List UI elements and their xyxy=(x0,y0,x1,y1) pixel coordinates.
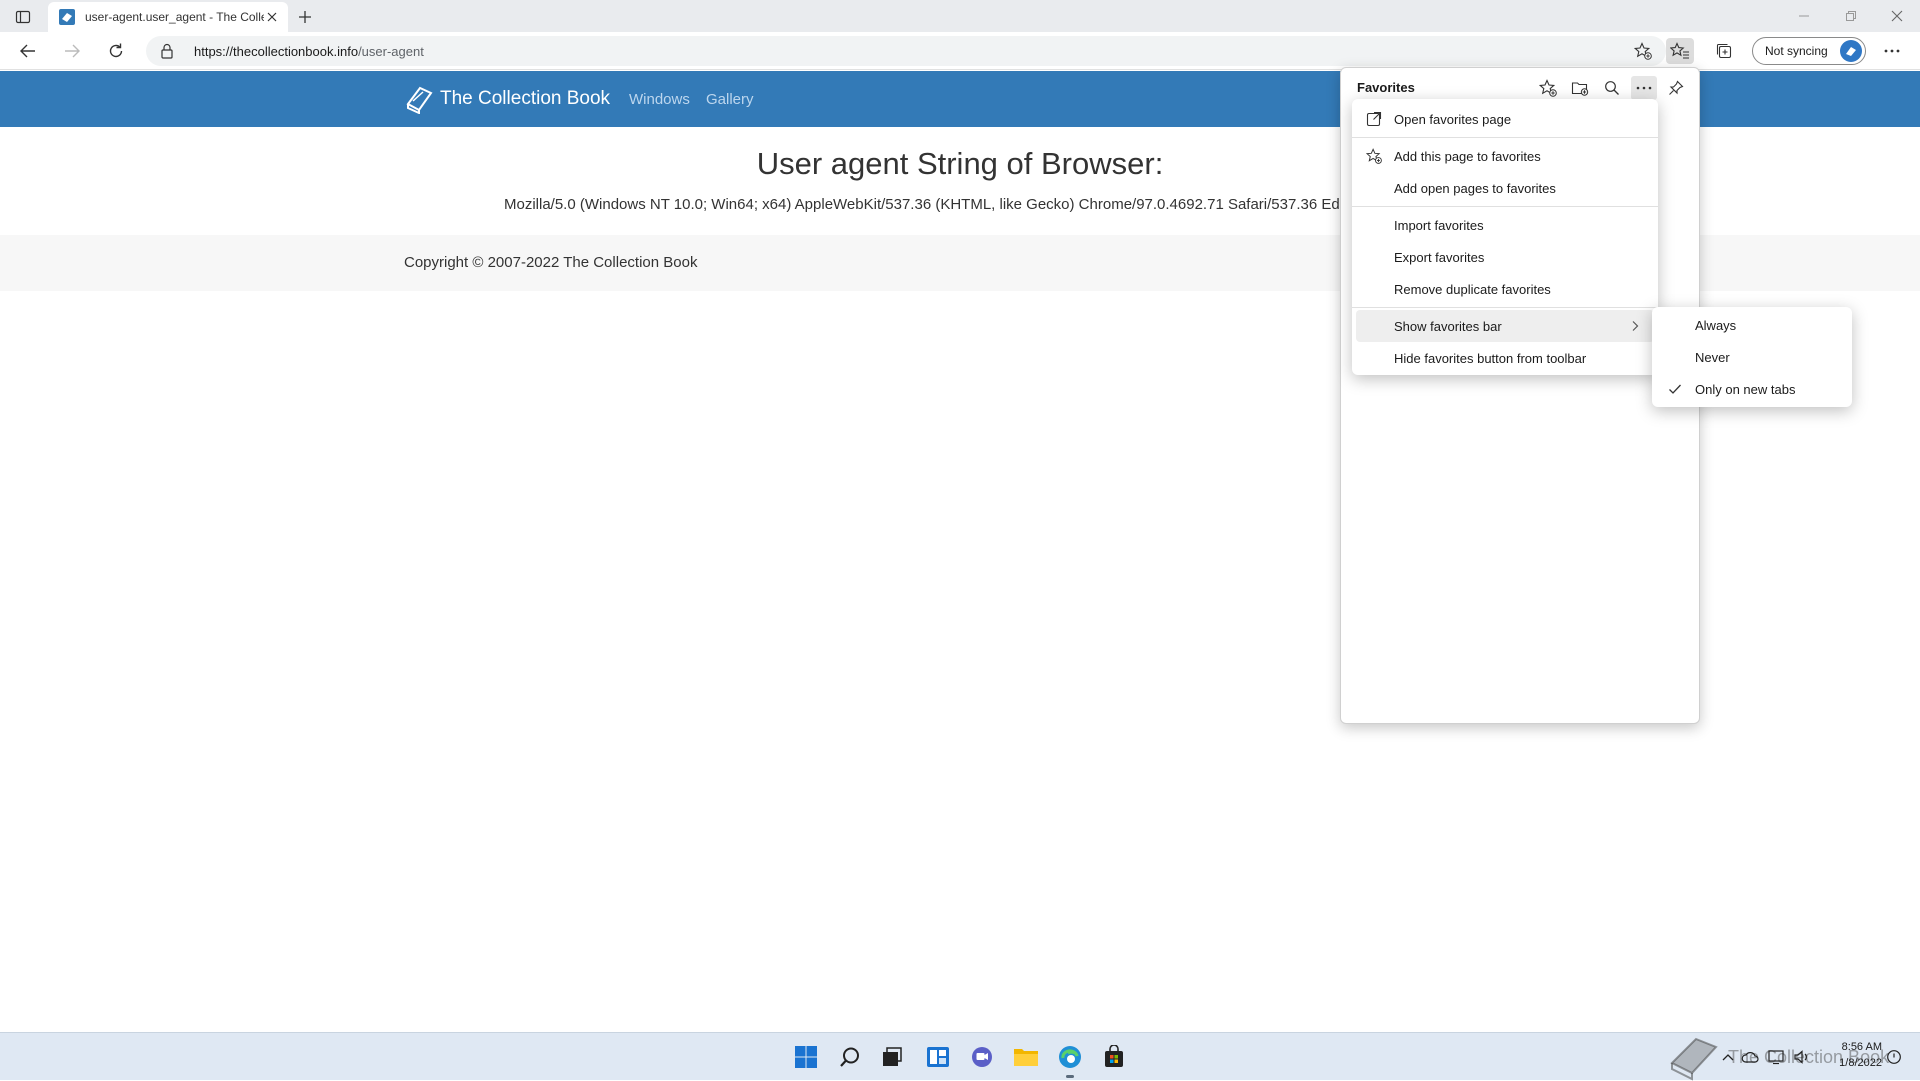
notifications-icon[interactable] xyxy=(1884,1047,1904,1067)
favorites-more-menu: Open favorites page Add this page to fav… xyxy=(1352,99,1658,375)
submenu-item-label: Only on new tabs xyxy=(1695,381,1796,397)
running-indicator xyxy=(1066,1075,1074,1078)
book-logo-icon xyxy=(404,84,434,114)
menu-item-label: Export favorites xyxy=(1394,249,1485,265)
refresh-button[interactable] xyxy=(102,38,130,64)
menu-item-open-favorites-page[interactable]: Open favorites page xyxy=(1352,103,1658,135)
show-hidden-icons-chevron-icon[interactable] xyxy=(1718,1047,1738,1067)
open-external-icon xyxy=(1366,111,1382,127)
checkmark-icon xyxy=(1668,383,1682,395)
new-tab-button[interactable] xyxy=(294,6,316,28)
book-favicon-icon xyxy=(58,8,76,26)
network-icon[interactable] xyxy=(1766,1047,1786,1067)
sync-status-label: Not syncing xyxy=(1765,44,1828,58)
restore-icon[interactable] xyxy=(1840,6,1862,26)
menu-item-add-open-pages[interactable]: Add open pages to favorites xyxy=(1352,172,1658,204)
favorites-bar-submenu: Always Never Only on new tabs xyxy=(1652,307,1852,407)
task-view-icon[interactable] xyxy=(878,1043,906,1071)
menu-item-label: Add open pages to favorites xyxy=(1394,180,1556,196)
brand-name: The Collection Book xyxy=(440,88,611,109)
submenu-item-never[interactable]: Never xyxy=(1652,341,1852,373)
submenu-item-only-on-new-tabs[interactable]: Only on new tabs xyxy=(1652,373,1852,405)
menu-item-label: Open favorites page xyxy=(1394,111,1512,127)
add-to-favorites-icon[interactable] xyxy=(1535,76,1561,100)
windows-taskbar: The Collection Book 8:56 AM 1/8/2022 xyxy=(0,1032,1920,1081)
back-button[interactable] xyxy=(14,38,42,64)
minimize-icon[interactable] xyxy=(1793,6,1815,26)
menu-item-export-favorites[interactable]: Export favorites xyxy=(1352,241,1658,273)
url-host: https://thecollectionbook.info xyxy=(194,43,359,59)
close-window-icon[interactable] xyxy=(1886,6,1908,26)
user-agent-string: Mozilla/5.0 (Windows NT 10.0; Win64; x64… xyxy=(504,196,1344,213)
cloud-icon[interactable] xyxy=(1740,1047,1760,1067)
menu-item-hide-favorites-button[interactable]: Hide favorites button from toolbar xyxy=(1352,342,1658,374)
add-favorite-star-icon xyxy=(1366,148,1382,164)
profile-sync-button[interactable]: Not syncing xyxy=(1752,37,1866,65)
taskbar-search-icon[interactable] xyxy=(836,1043,864,1071)
url-text[interactable]: https://thecollectionbook.info/user-agen… xyxy=(194,44,424,59)
menu-divider xyxy=(1352,137,1658,138)
edge-browser-icon[interactable] xyxy=(1056,1043,1084,1071)
forward-button[interactable] xyxy=(58,38,86,64)
menu-item-label: Import favorites xyxy=(1394,217,1484,233)
submenu-item-label: Always xyxy=(1695,317,1737,333)
browser-toolbar: https://thecollectionbook.info/user-agen… xyxy=(0,32,1920,70)
menu-item-label: Add this page to favorites xyxy=(1394,148,1541,164)
nav-link-gallery[interactable]: Gallery xyxy=(706,91,754,108)
collections-icon[interactable] xyxy=(1710,38,1738,64)
teams-chat-icon[interactable] xyxy=(968,1043,996,1071)
menu-divider xyxy=(1352,206,1658,207)
favorites-header-actions xyxy=(1535,76,1689,100)
menu-divider xyxy=(1352,307,1658,308)
lock-icon[interactable] xyxy=(160,43,176,59)
browser-tab[interactable]: user-agent.user_agent - The Collection B… xyxy=(48,2,288,32)
profile-avatar xyxy=(1840,40,1862,62)
site-brand[interactable]: The Collection Book xyxy=(404,84,610,114)
tab-title: user-agent.user_agent - The Collection B… xyxy=(85,10,264,24)
menu-item-show-favorites-bar[interactable]: Show favorites bar xyxy=(1356,310,1654,342)
chevron-right-icon xyxy=(1630,320,1640,332)
watermark-book-icon xyxy=(1666,1033,1722,1081)
clock-time: 8:56 AM xyxy=(1841,1041,1882,1053)
clock-date: 1/8/2022 xyxy=(1839,1057,1882,1069)
menu-item-label: Remove duplicate favorites xyxy=(1394,281,1551,297)
favorites-button[interactable] xyxy=(1666,38,1694,64)
favorites-title: Favorites xyxy=(1357,80,1415,95)
add-favorite-star-icon[interactable] xyxy=(1634,42,1652,60)
menu-item-remove-duplicates[interactable]: Remove duplicate favorites xyxy=(1352,273,1658,305)
url-path: /user-agent xyxy=(358,43,424,59)
menu-item-import-favorites[interactable]: Import favorites xyxy=(1352,209,1658,241)
pin-icon[interactable] xyxy=(1663,76,1689,100)
close-tab-icon[interactable] xyxy=(264,9,280,25)
volume-icon[interactable] xyxy=(1792,1047,1812,1067)
widgets-icon[interactable] xyxy=(924,1043,952,1071)
submenu-item-always[interactable]: Always xyxy=(1652,309,1852,341)
add-folder-icon[interactable] xyxy=(1567,76,1593,100)
search-icon[interactable] xyxy=(1599,76,1625,100)
menu-item-label: Hide favorites button from toolbar xyxy=(1394,350,1587,366)
settings-more-icon[interactable] xyxy=(1878,38,1906,64)
file-explorer-icon[interactable] xyxy=(1012,1043,1040,1071)
address-bar[interactable]: https://thecollectionbook.info/user-agen… xyxy=(146,36,1666,66)
start-windows-icon[interactable] xyxy=(792,1043,820,1071)
copyright-text: Copyright © 2007-2022 The Collection Boo… xyxy=(404,254,698,271)
store-icon[interactable] xyxy=(1100,1043,1128,1071)
tab-strip: user-agent.user_agent - The Collection B… xyxy=(0,0,1920,32)
menu-item-label: Show favorites bar xyxy=(1394,318,1502,334)
taskbar-clock[interactable]: 8:56 AM 1/8/2022 xyxy=(1826,1039,1882,1071)
tab-actions-icon[interactable] xyxy=(10,7,36,27)
menu-item-add-this-page[interactable]: Add this page to favorites xyxy=(1352,140,1658,172)
submenu-item-label: Never xyxy=(1695,349,1730,365)
nav-link-windows[interactable]: Windows xyxy=(629,91,690,108)
more-options-icon[interactable] xyxy=(1631,76,1657,100)
